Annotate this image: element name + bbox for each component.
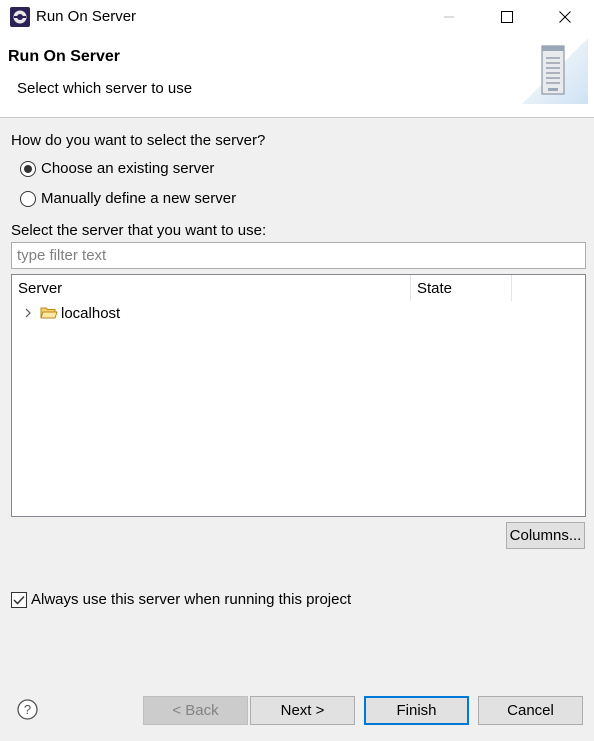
server-table[interactable]: Server State localhost: [11, 274, 586, 517]
server-list-label: Select the server that you want to use:: [11, 222, 267, 239]
column-header-server[interactable]: Server: [12, 275, 411, 301]
manual-define-option[interactable]: Manually define a new server: [20, 190, 236, 207]
finish-button[interactable]: Finish: [364, 696, 469, 725]
table-row[interactable]: localhost: [12, 301, 585, 325]
svg-text:?: ?: [24, 702, 31, 717]
button-bar: ? < Back Next > Finish Cancel: [0, 679, 594, 741]
column-header-state[interactable]: State: [411, 275, 512, 301]
choose-existing-radio[interactable]: [20, 160, 36, 177]
manual-define-label: Manually define a new server: [41, 190, 237, 207]
maximize-icon: [501, 11, 513, 23]
choose-existing-label: Choose an existing server: [41, 160, 215, 177]
checkmark-icon: [13, 595, 25, 605]
filter-input[interactable]: [11, 242, 586, 269]
page-title: Run On Server: [8, 48, 121, 65]
close-icon: [559, 11, 571, 23]
always-use-checkbox[interactable]: [11, 591, 27, 608]
choose-existing-option[interactable]: Choose an existing server: [20, 160, 214, 177]
chevron-right-icon[interactable]: [18, 301, 38, 325]
minimize-button[interactable]: [420, 0, 478, 34]
wizard-header: Run On Server Select which server to use: [0, 34, 594, 118]
manual-define-radio[interactable]: [20, 190, 36, 207]
folder-open-icon: [40, 307, 58, 319]
always-use-label: Always use this server when running this…: [31, 591, 352, 608]
close-button[interactable]: [536, 0, 594, 34]
title-bar: Run On Server: [0, 0, 594, 34]
help-icon[interactable]: ?: [17, 699, 38, 720]
wizard-body: How do you want to select the server? Ch…: [0, 119, 594, 679]
minimize-icon: [444, 16, 454, 18]
selection-question: How do you want to select the server?: [11, 132, 266, 149]
window-title: Run On Server: [36, 8, 137, 25]
columns-button[interactable]: Columns...: [506, 522, 585, 549]
page-subtitle: Select which server to use: [17, 80, 193, 97]
back-button[interactable]: < Back: [143, 696, 248, 725]
cancel-button[interactable]: Cancel: [478, 696, 583, 725]
next-button[interactable]: Next >: [250, 696, 355, 725]
server-name-cell: localhost: [61, 304, 121, 322]
eclipse-app-icon: [10, 7, 30, 27]
server-tower-icon: [522, 38, 588, 104]
always-use-option[interactable]: Always use this server when running this…: [11, 591, 351, 608]
maximize-button[interactable]: [478, 0, 536, 34]
